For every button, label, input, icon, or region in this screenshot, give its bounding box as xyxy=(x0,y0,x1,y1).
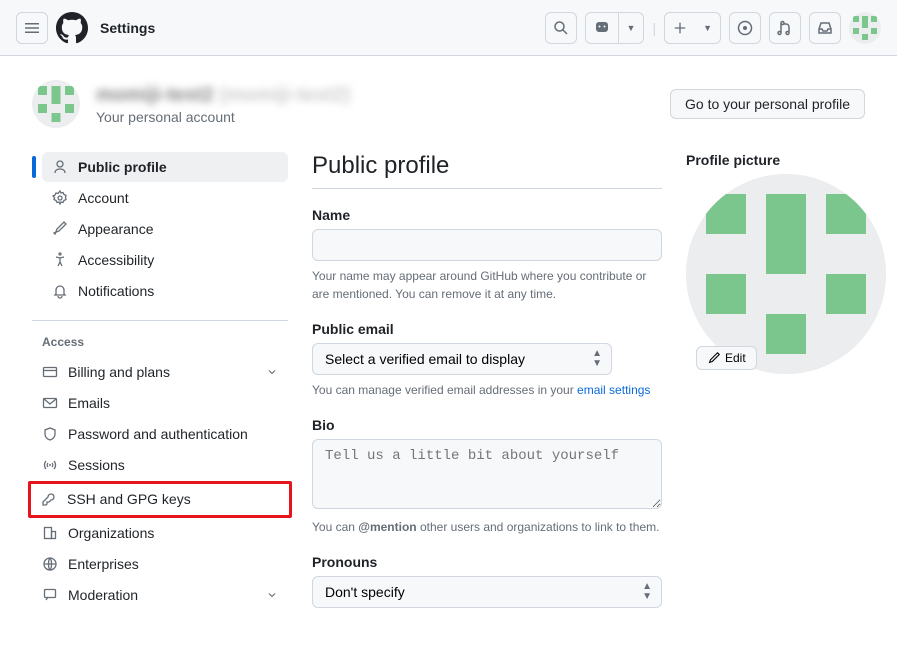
header-username: momiji-test2 (momiji-test2) xyxy=(96,84,654,107)
nav-label: Public profile xyxy=(78,159,167,175)
hamburger-button[interactable] xyxy=(16,12,48,44)
issues-icon xyxy=(737,20,753,36)
nav-label: Password and authentication xyxy=(68,426,248,442)
broadcast-icon xyxy=(42,457,58,473)
email-label: Public email xyxy=(312,321,662,337)
nav-public-profile[interactable]: Public profile xyxy=(42,152,288,182)
name-hint: Your name may appear around GitHub where… xyxy=(312,267,662,303)
bio-textarea[interactable] xyxy=(312,439,662,509)
nav-label: SSH and GPG keys xyxy=(67,491,191,507)
profile-picture-label: Profile picture xyxy=(686,152,886,168)
nav-organizations[interactable]: Organizations xyxy=(32,518,288,548)
nav-label: Account xyxy=(78,190,129,206)
pencil-icon xyxy=(707,351,721,365)
settings-sidebar: Public profile Account Appearance Access… xyxy=(32,152,288,626)
search-button[interactable] xyxy=(545,12,577,44)
highlight-ssh-gpg: SSH and GPG keys xyxy=(28,481,292,518)
nav-password[interactable]: Password and authentication xyxy=(32,419,288,449)
search-icon xyxy=(553,20,569,36)
nav-label: Accessibility xyxy=(78,252,154,268)
gear-icon xyxy=(52,190,68,206)
nav-accessibility[interactable]: Accessibility xyxy=(42,245,288,275)
inbox-icon xyxy=(817,20,833,36)
nav-moderation[interactable]: Moderation xyxy=(32,580,288,610)
avatar-icon xyxy=(849,12,881,44)
email-select[interactable]: Select a verified email to display xyxy=(312,343,612,375)
credit-card-icon xyxy=(42,364,58,380)
pronouns-label: Pronouns xyxy=(312,554,662,570)
header-avatar[interactable] xyxy=(32,80,80,128)
nav-label: Notifications xyxy=(78,283,154,299)
key-icon xyxy=(41,491,57,507)
nav-enterprises[interactable]: Enterprises xyxy=(32,549,288,579)
paintbrush-icon xyxy=(52,221,68,237)
copilot-icon xyxy=(594,20,610,36)
github-mark-icon xyxy=(56,12,88,44)
nav-account[interactable]: Account xyxy=(42,183,288,213)
pull-requests-button[interactable] xyxy=(769,12,801,44)
nav-sessions[interactable]: Sessions xyxy=(32,450,288,480)
nav-label: Moderation xyxy=(68,587,138,603)
profile-picture[interactable] xyxy=(686,174,886,374)
create-menu[interactable]: ▼ xyxy=(664,12,721,44)
nav-billing[interactable]: Billing and plans xyxy=(32,357,288,387)
nav-label: Appearance xyxy=(78,221,154,237)
nav-label: Billing and plans xyxy=(68,364,170,380)
bio-label: Bio xyxy=(312,417,662,433)
profile-header: momiji-test2 (momiji-test2) Your persona… xyxy=(32,80,865,128)
email-hint: You can manage verified email addresses … xyxy=(312,381,662,399)
mail-icon xyxy=(42,395,58,411)
avatar-icon xyxy=(32,80,80,128)
pronouns-select[interactable]: Don't specify xyxy=(312,576,662,608)
hamburger-icon xyxy=(24,20,40,36)
issues-button[interactable] xyxy=(729,12,761,44)
topbar: Settings ▼ | ▼ xyxy=(0,0,897,56)
github-logo[interactable] xyxy=(56,12,88,44)
copilot-menu[interactable]: ▼ xyxy=(585,12,645,44)
pull-request-icon xyxy=(777,20,793,36)
user-avatar-menu[interactable] xyxy=(849,12,881,44)
accessibility-icon xyxy=(52,252,68,268)
nav-label: Sessions xyxy=(68,457,125,473)
nav-label: Organizations xyxy=(68,525,154,541)
nav-ssh-gpg[interactable]: SSH and GPG keys xyxy=(31,484,289,514)
nav-notifications[interactable]: Notifications xyxy=(42,276,288,306)
name-input[interactable] xyxy=(312,229,662,261)
go-to-profile-button[interactable]: Go to your personal profile xyxy=(670,89,865,119)
chevron-down-icon xyxy=(266,366,278,378)
nav-emails[interactable]: Emails xyxy=(32,388,288,418)
shield-icon xyxy=(42,426,58,442)
globe-icon xyxy=(42,556,58,572)
nav-label: Enterprises xyxy=(68,556,139,572)
avatar-icon xyxy=(686,174,886,374)
nav-appearance[interactable]: Appearance xyxy=(42,214,288,244)
inbox-button[interactable] xyxy=(809,12,841,44)
bio-hint: You can @mention other users and organiz… xyxy=(312,518,662,536)
name-label: Name xyxy=(312,207,662,223)
nav-label: Emails xyxy=(68,395,110,411)
email-settings-link[interactable]: email settings xyxy=(577,383,650,397)
plus-icon xyxy=(673,21,687,35)
chevron-down-icon xyxy=(266,589,278,601)
organization-icon xyxy=(42,525,58,541)
nav-heading-access: Access xyxy=(32,335,288,357)
edit-avatar-button[interactable]: Edit xyxy=(696,346,757,370)
topbar-title: Settings xyxy=(100,20,155,36)
report-icon xyxy=(42,587,58,603)
header-subtitle: Your personal account xyxy=(96,109,654,125)
person-icon xyxy=(52,159,68,175)
bell-icon xyxy=(52,283,68,299)
page-title: Public profile xyxy=(312,152,662,189)
